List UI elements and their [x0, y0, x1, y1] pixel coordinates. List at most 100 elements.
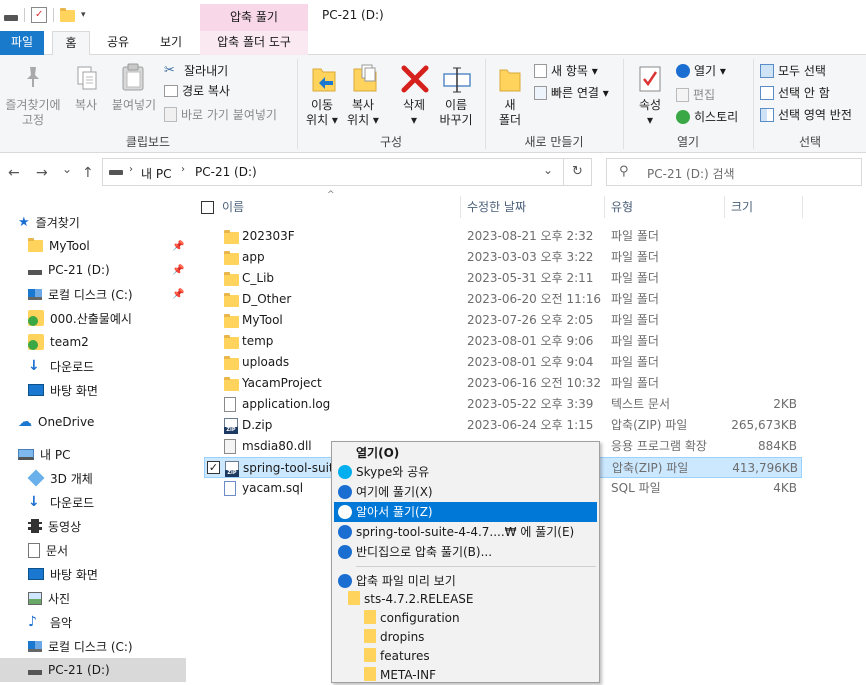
row-checkbox[interactable]: ✓: [207, 461, 220, 474]
nav-item-pc-local-c[interactable]: 로컬 디스크 (C:): [0, 634, 186, 658]
preview-tree-item[interactable]: features: [364, 646, 430, 666]
nav-item-output-sample[interactable]: 000.산출물예시: [0, 306, 186, 330]
tree-label: sts-4.7.2.RELEASE: [364, 592, 474, 606]
nav-quick-access[interactable]: ★ 즐겨찾기: [18, 210, 186, 234]
menu-item-skype-share[interactable]: Skype와 공유: [334, 462, 597, 482]
customize-qat-icon[interactable]: ▾: [81, 10, 86, 20]
forward-button[interactable]: →: [36, 165, 48, 181]
column-divider[interactable]: [604, 196, 605, 218]
new-folder-button[interactable]: 새 폴더: [490, 98, 530, 128]
nav-this-pc[interactable]: 내 PC: [18, 442, 186, 466]
recent-locations-button[interactable]: ⌄: [62, 162, 72, 176]
new-item-button[interactable]: 새 항목 ▾: [534, 62, 598, 79]
nav-onedrive[interactable]: ☁ OneDrive: [18, 410, 186, 434]
column-header-date[interactable]: 수정한 날짜: [467, 192, 526, 222]
select-all-button[interactable]: 모두 선택: [760, 62, 826, 79]
column-header-size[interactable]: 크기: [731, 192, 753, 222]
nav-item-pictures[interactable]: 사진: [0, 586, 186, 610]
file-row[interactable]: D.zip 2023-06-24 오후 1:15 압축(ZIP) 파일 265,673…: [204, 415, 802, 436]
file-row[interactable]: D_Other 2023-06-20 오전 11:16 파일 폴더: [204, 289, 802, 310]
menu-item-open[interactable]: 열기(O): [334, 443, 597, 463]
paste-shortcut-label: 바로 가기 붙여넣기: [181, 108, 277, 122]
edit-button[interactable]: 편집: [676, 86, 715, 103]
nav-label: 문서: [46, 543, 69, 558]
file-row[interactable]: application.log 2023-05-22 오후 3:39 텍스트 문서 2…: [204, 394, 802, 415]
address-bar[interactable]: › 내 PC › PC-21 (D:) ⌄: [102, 158, 564, 186]
back-button[interactable]: ←: [8, 165, 20, 181]
column-divider[interactable]: [802, 196, 803, 218]
tab-file[interactable]: 파일: [0, 31, 44, 55]
pin-to-quick-access-button[interactable]: 즐겨찾기에 고정: [0, 98, 66, 128]
nav-item-pc21[interactable]: PC-21 (D:) 📌: [0, 258, 186, 282]
tab-share[interactable]: 공유: [96, 31, 140, 55]
column-header-name[interactable]: 이름: [222, 192, 244, 222]
rename-button[interactable]: 이름 바꾸기: [434, 98, 478, 128]
nav-item-team2[interactable]: team2: [0, 330, 186, 354]
nav-item-mytool[interactable]: MyTool 📌: [0, 234, 186, 258]
nav-item-3d-objects[interactable]: 3D 개체: [0, 466, 186, 490]
cut-button[interactable]: ✂ 잘라내기: [164, 62, 228, 79]
properties-button[interactable]: 속성 ▾: [630, 98, 670, 128]
menu-item-preview-archive[interactable]: 압축 파일 미리 보기: [334, 571, 597, 591]
nav-item-pc-desktop[interactable]: 바탕 화면: [0, 562, 186, 586]
paste-button[interactable]: 붙여넣기: [106, 98, 162, 113]
column-header-type[interactable]: 유형: [611, 192, 633, 222]
delete-icon: [401, 65, 429, 93]
tab-home[interactable]: 홈: [52, 31, 90, 56]
easy-access-button[interactable]: 빠른 연결 ▾: [534, 84, 609, 101]
column-divider[interactable]: [460, 196, 461, 218]
search-input[interactable]: PC-21 (D:) 검색: [647, 165, 735, 182]
menu-item-extract-to-folder[interactable]: spring-tool-suite-4-4.7....₩ 에 풀기(E): [334, 522, 597, 542]
menu-item-smart-extract[interactable]: 알아서 풀기(Z): [334, 502, 597, 522]
nav-label: 000.산출물예시: [50, 311, 132, 326]
file-row[interactable]: temp 2023-08-01 오후 9:06 파일 폴더: [204, 331, 802, 352]
search-box[interactable]: ⚲ PC-21 (D:) 검색: [606, 158, 862, 186]
breadcrumb-chevron[interactable]: ›: [129, 164, 133, 175]
refresh-button[interactable]: ↻: [564, 158, 592, 186]
open-button[interactable]: 열기 ▾: [676, 62, 726, 79]
preview-tree-item[interactable]: dropins: [364, 627, 424, 647]
column-divider[interactable]: [724, 196, 725, 218]
nav-item-pc-downloads[interactable]: ↓ 다운로드: [0, 490, 186, 514]
nav-item-downloads[interactable]: ↓ 다운로드: [0, 354, 186, 378]
address-dropdown-button[interactable]: ⌄: [543, 163, 553, 177]
select-none-button[interactable]: 선택 안 함: [760, 84, 830, 101]
breadcrumb-chevron[interactable]: ›: [181, 164, 185, 175]
file-row[interactable]: uploads 2023-08-01 오후 9:04 파일 폴더: [204, 352, 802, 373]
copy-path-button[interactable]: 경로 복사: [164, 82, 230, 99]
history-button[interactable]: 히스토리: [676, 108, 738, 125]
up-button[interactable]: ↑: [82, 165, 94, 181]
nav-item-local-c[interactable]: 로컬 디스크 (C:) 📌: [0, 282, 186, 306]
nav-item-documents[interactable]: 문서: [0, 538, 186, 562]
paste-shortcut-button[interactable]: 바로 가기 붙여넣기: [164, 106, 277, 123]
nav-item-desktop[interactable]: 바탕 화면: [0, 378, 186, 402]
breadcrumb-this-pc[interactable]: 내 PC: [141, 165, 171, 182]
move-to-button[interactable]: 이동 위치 ▾: [302, 98, 342, 128]
copy-to-button[interactable]: 복사 위치 ▾: [343, 98, 383, 128]
file-row[interactable]: YacamProject 2023-06-16 오전 10:32 파일 폴더: [204, 373, 802, 394]
nav-item-videos[interactable]: 동영상: [0, 514, 186, 538]
select-all-checkbox[interactable]: [201, 201, 214, 214]
file-row[interactable]: C_Lib 2023-05-31 오후 2:11 파일 폴더: [204, 268, 802, 289]
nav-item-pc-d[interactable]: PC-21 (D:): [0, 658, 186, 682]
breadcrumb-drive[interactable]: PC-21 (D:): [195, 165, 257, 179]
drive-icon[interactable]: [4, 14, 18, 21]
preview-tree-item[interactable]: META-INF: [364, 665, 436, 685]
folder-icon: [364, 667, 376, 681]
file-row[interactable]: MyTool 2023-07-26 오후 2:05 파일 폴더: [204, 310, 802, 331]
properties-icon[interactable]: ✓: [31, 7, 47, 23]
file-row[interactable]: 202303F 2023-08-21 오후 2:32 파일 폴더: [204, 226, 802, 247]
copy-button[interactable]: 복사: [68, 98, 104, 113]
preview-tree-item[interactable]: configuration: [364, 608, 460, 628]
invert-selection-button[interactable]: 선택 영역 반전: [760, 106, 852, 123]
nav-item-music[interactable]: ♪ 음악: [0, 610, 186, 634]
new-folder-icon[interactable]: [60, 8, 75, 22]
menu-item-bandizip-extract[interactable]: 반디집으로 압축 풀기(B)...: [334, 542, 597, 562]
file-type: 압축(ZIP) 파일: [611, 418, 688, 432]
delete-button[interactable]: 삭제 ▾: [393, 98, 435, 128]
file-row[interactable]: app 2023-03-03 오후 3:22 파일 폴더: [204, 247, 802, 268]
preview-tree-root[interactable]: sts-4.7.2.RELEASE: [348, 589, 473, 609]
tab-compressed-folder-tools[interactable]: 압축 폴더 도구: [200, 31, 308, 55]
menu-item-extract-here[interactable]: 여기에 풀기(X): [334, 482, 597, 502]
tab-view[interactable]: 보기: [148, 31, 194, 55]
